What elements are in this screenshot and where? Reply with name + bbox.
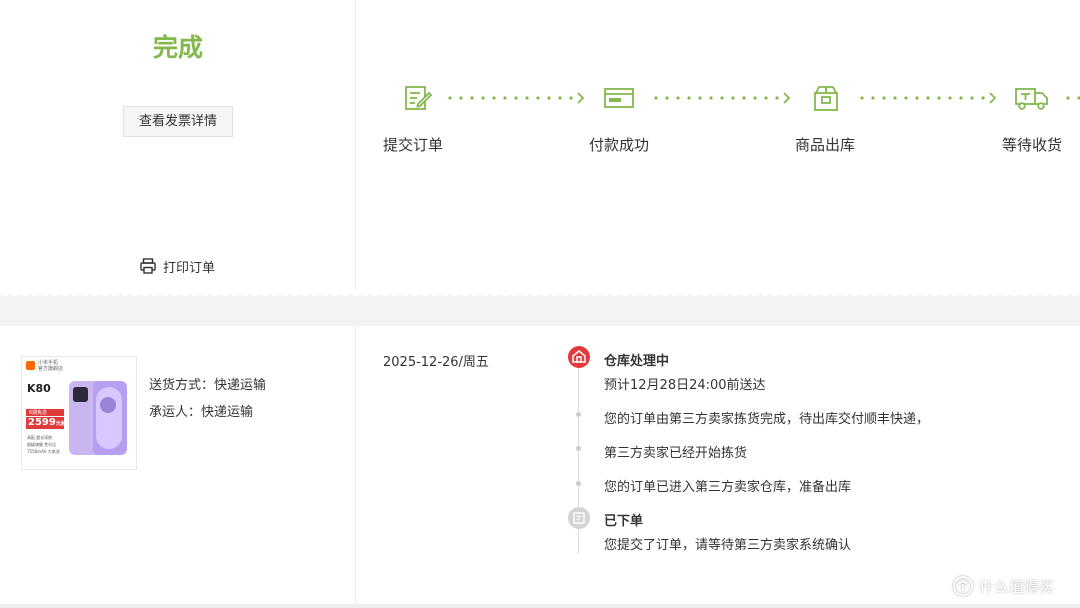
shipment-details-panel: 小米手机 官方旗舰店 K80 6期免息 2599元起 高配 超长续航 超级旗舰 … xyxy=(0,326,1080,608)
step-label-shipped: 商品出库 xyxy=(795,136,856,154)
timeline-detail: 您提交了订单，请等待第三方卖家系统确认 xyxy=(604,538,852,553)
timeline-status-past: 已下单 xyxy=(604,514,644,529)
watermark-text: 什么值得买 xyxy=(979,577,1055,596)
timeline-event: 您的订单已进入第三方卖家仓库，准备出库 xyxy=(604,480,852,495)
bottom-strip xyxy=(0,604,1080,608)
timeline-dot xyxy=(576,412,581,417)
print-order-link[interactable]: 打印订单 xyxy=(139,256,215,276)
thumb-note: 高配 超长续航 xyxy=(27,435,53,440)
progress-connector xyxy=(860,90,998,106)
thumb-price-suffix: 元起 xyxy=(55,421,66,427)
progress-connector xyxy=(1066,90,1080,106)
edit-document-icon xyxy=(404,84,432,112)
progress-connector xyxy=(654,90,792,106)
order-status-title: 完成 xyxy=(152,33,203,62)
timeline-event: 第三方卖家已经开始拣货 xyxy=(604,446,748,461)
step-label-awaiting-receipt: 等待收货 xyxy=(1002,136,1063,154)
shipping-method: 送货方式：快递运输 xyxy=(149,378,267,393)
timeline-event: 您的订单由第三方卖家拣货完成，待出库交付顺丰快递， xyxy=(604,412,930,427)
thumb-notes: 高配 超长续航 超级旗舰 性价比 7550mAh 大电池 xyxy=(27,434,60,455)
printer-icon xyxy=(139,257,157,275)
warehouse-processing-icon xyxy=(568,346,590,368)
thumb-model: K80 xyxy=(27,382,51,395)
package-box-icon xyxy=(812,84,840,112)
thumb-note: 7550mAh 大电池 xyxy=(27,449,60,454)
product-thumbnail[interactable]: 小米手机 官方旗舰店 K80 6期免息 2599元起 高配 超长续航 超级旗舰 … xyxy=(21,356,137,470)
thumb-brand-line2: 官方旗舰店 xyxy=(38,366,64,372)
timeline-dot xyxy=(576,446,581,451)
thumb-price-value: 2599 xyxy=(28,417,56,428)
smzdm-logo-icon xyxy=(952,575,974,597)
thumb-note: 超级旗舰 性价比 xyxy=(27,442,57,447)
thumb-brand: 小米手机 官方旗舰店 xyxy=(38,360,63,372)
order-status-panel: 完成 查看发票详情 打印订单 提交订单 付款成功 商品出库 等待收货 xyxy=(0,0,1080,290)
order-progress-steps: 提交订单 付款成功 商品出库 等待收货 xyxy=(356,0,1080,290)
thumb-price: 2599元起 xyxy=(28,417,66,428)
timeline-detail: 预计12月28日24:00前送达 xyxy=(604,378,766,393)
step-label-paid: 付款成功 xyxy=(589,136,650,154)
thumb-badge: 6期免息 xyxy=(29,410,48,416)
order-placed-icon xyxy=(568,507,590,529)
view-invoice-button[interactable]: 查看发票详情 xyxy=(123,106,233,137)
product-column: 小米手机 官方旗舰店 K80 6期免息 2599元起 高配 超长续航 超级旗舰 … xyxy=(0,326,356,604)
section-divider xyxy=(0,290,1080,326)
watermark: 什么值得买 xyxy=(952,574,1054,598)
carrier: 承运人：快递运输 xyxy=(149,405,254,420)
print-order-label: 打印订单 xyxy=(163,260,216,276)
timeline-status-current: 仓库处理中 xyxy=(604,354,670,369)
delivery-truck-icon xyxy=(1015,84,1049,112)
tracking-date: 2025-12-26/周五 xyxy=(383,355,489,370)
payment-card-icon xyxy=(604,84,634,112)
status-column: 完成 查看发票详情 打印订单 xyxy=(0,0,356,290)
timeline-dot xyxy=(576,481,581,486)
progress-connector xyxy=(448,90,586,106)
step-label-submit: 提交订单 xyxy=(383,136,444,154)
